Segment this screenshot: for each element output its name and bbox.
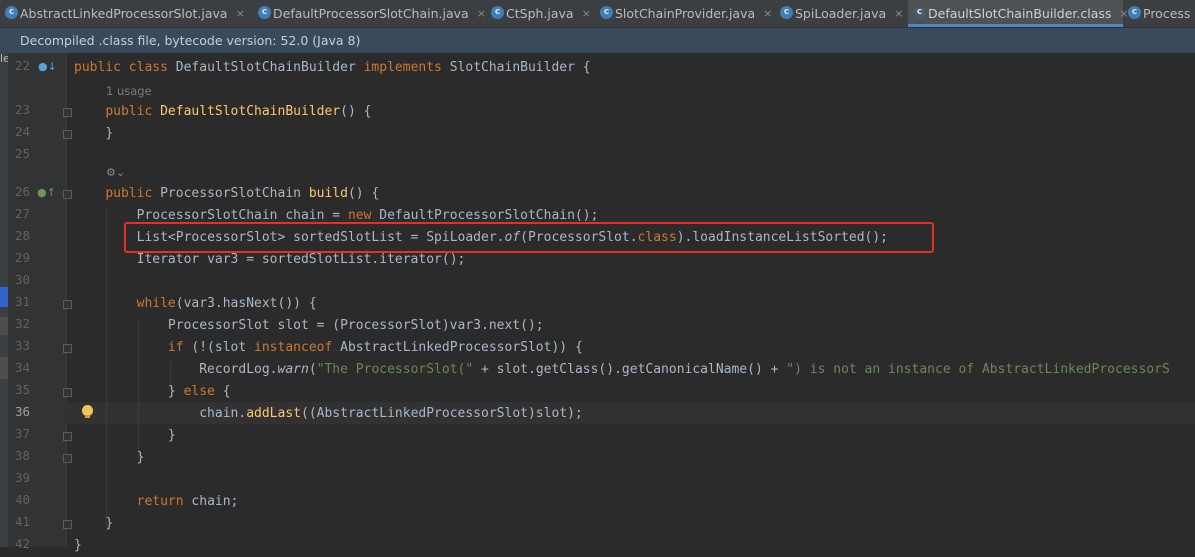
tab-label: AbstractLinkedProcessorSlot.java: [20, 6, 228, 21]
fold-marker-icon[interactable]: [63, 454, 72, 463]
line-number: 32: [14, 316, 30, 331]
class-file-icon: c: [913, 6, 926, 19]
line-number: 42: [14, 536, 30, 551]
fold-marker-icon[interactable]: [63, 344, 72, 353]
code-line-33[interactable]: if (!(slot instanceof AbstractLinkedProc…: [74, 337, 583, 359]
fold-marker-icon[interactable]: [63, 388, 72, 397]
line-number: 24: [14, 124, 30, 139]
override-marker-icon[interactable]: ●↑: [37, 186, 56, 199]
tab-default-processor-slot-chain[interactable]: c DefaultProcessorSlotChain.java ×: [253, 0, 486, 27]
tab-label: CtSph.java: [506, 6, 574, 21]
code-line-37[interactable]: }: [74, 425, 176, 447]
line-number: 27: [14, 206, 30, 221]
code-line-35[interactable]: } else {: [74, 381, 231, 403]
line-number: 22: [14, 58, 30, 73]
fold-marker-icon[interactable]: [63, 300, 72, 309]
line-number: 31: [14, 294, 30, 309]
fold-marker-icon[interactable]: [63, 432, 72, 441]
highlight-annotation-box: [124, 222, 934, 253]
code-line-23[interactable]: public DefaultSlotChainBuilder() {: [74, 101, 371, 123]
code-line-40[interactable]: return chain;: [74, 491, 239, 513]
panel-scroll-mark: [0, 357, 8, 379]
line-number: 35: [14, 382, 30, 397]
code-line-41[interactable]: }: [74, 513, 113, 535]
tab-label: SpiLoader.java: [795, 6, 887, 21]
code-line-32[interactable]: ProcessorSlot slot = (ProcessorSlot)var3…: [74, 315, 544, 337]
line-number: 39: [14, 470, 30, 485]
tab-default-slot-chain-builder[interactable]: c DefaultSlotChainBuilder.class ×: [908, 0, 1129, 27]
tab-label: DefaultSlotChainBuilder.class: [928, 6, 1112, 21]
code-line-26[interactable]: public ProcessorSlotChain build() {: [74, 183, 379, 205]
usage-hint[interactable]: 1 usage: [106, 80, 152, 102]
code-line-22[interactable]: public class DefaultSlotChainBuilder imp…: [74, 57, 591, 79]
line-number: 25: [14, 146, 30, 161]
line-number-current: 36: [14, 404, 30, 419]
tab-ctsph[interactable]: c CtSph.java ×: [486, 0, 595, 27]
fold-marker-icon[interactable]: [63, 108, 72, 117]
class-file-icon: c: [600, 6, 613, 19]
code-line-42[interactable]: }: [74, 535, 82, 557]
line-number: 26: [14, 184, 30, 199]
line-number: 28: [14, 228, 30, 243]
tab-abstract-linked-processor-slot[interactable]: c AbstractLinkedProcessorSlot.java ×: [0, 0, 253, 27]
code-line-36[interactable]: chain.addLast((AbstractLinkedProcessorSl…: [74, 403, 583, 425]
class-file-icon: c: [780, 6, 793, 19]
code-line-38[interactable]: }: [74, 447, 145, 469]
line-number: 40: [14, 492, 30, 507]
line-number: 37: [14, 426, 30, 441]
decompiled-banner: Decompiled .class file, bytecode version…: [0, 28, 1195, 53]
panel-scroll-mark: [0, 317, 8, 335]
line-number: 33: [14, 338, 30, 353]
line-number: 38: [14, 448, 30, 463]
line-number: 34: [14, 360, 30, 375]
inlay-settings-icon[interactable]: ⚙⌄: [106, 166, 125, 179]
tab-slot-chain-provider[interactable]: c SlotChainProvider.java ×: [595, 0, 775, 27]
close-icon[interactable]: ×: [763, 7, 772, 20]
tab-label: SlotChainProvider.java: [615, 6, 756, 21]
line-number: 41: [14, 514, 30, 529]
implemented-marker-icon[interactable]: ●↓: [38, 60, 57, 73]
fold-marker-icon[interactable]: [63, 520, 72, 529]
class-file-icon: c: [491, 6, 504, 19]
close-icon[interactable]: ×: [894, 7, 903, 20]
tab-spi-loader[interactable]: c SpiLoader.java ×: [775, 0, 908, 27]
left-panel-strip: le: [0, 53, 10, 547]
tab-process[interactable]: c Process: [1123, 0, 1195, 27]
tab-label: Process: [1143, 6, 1191, 21]
panel-selection: [0, 287, 8, 307]
close-icon[interactable]: ×: [236, 7, 245, 20]
editor-tab-bar: c AbstractLinkedProcessorSlot.java × c D…: [0, 0, 1195, 28]
line-number: 30: [14, 272, 30, 287]
class-file-icon: c: [1128, 6, 1141, 19]
fold-marker-icon[interactable]: [63, 130, 72, 139]
line-number: 29: [14, 250, 30, 265]
class-file-icon: c: [5, 6, 18, 19]
code-line-31[interactable]: while(var3.hasNext()) {: [74, 293, 317, 315]
line-number: 23: [14, 102, 30, 117]
code-line-24[interactable]: }: [74, 123, 113, 145]
close-icon[interactable]: ×: [582, 7, 591, 20]
code-line-34[interactable]: RecordLog.warn("The ProcessorSlot(" + sl…: [74, 359, 1170, 381]
fold-marker-icon[interactable]: [63, 190, 72, 199]
close-icon[interactable]: ×: [477, 7, 486, 20]
tab-label: DefaultProcessorSlotChain.java: [273, 6, 469, 21]
class-file-icon: c: [258, 6, 271, 19]
